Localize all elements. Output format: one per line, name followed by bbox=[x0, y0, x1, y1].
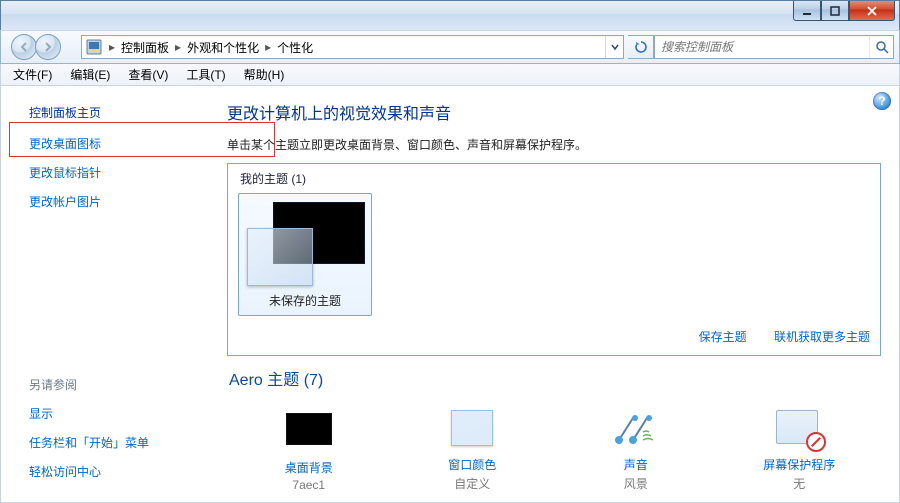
close-icon bbox=[866, 6, 878, 16]
theme-thumbnail bbox=[247, 202, 365, 286]
sidebar-link-desktop-icons[interactable]: 更改桌面图标 bbox=[29, 135, 199, 152]
control-panel-icon bbox=[85, 38, 103, 56]
address-dropdown[interactable] bbox=[605, 36, 623, 58]
screensaver-button[interactable]: 屏幕保护程序 无 bbox=[739, 410, 859, 492]
sounds-icon bbox=[613, 410, 659, 450]
address-bar[interactable]: ▸ 控制面板 ▸ 外观和个性化 ▸ 个性化 bbox=[81, 35, 624, 59]
minimize-button[interactable] bbox=[793, 1, 821, 21]
breadcrumb-level-2[interactable]: 个性化 bbox=[273, 39, 317, 56]
chevron-down-icon bbox=[611, 43, 619, 51]
sidebar-link-mouse-pointers[interactable]: 更改鼠标指针 bbox=[29, 164, 199, 181]
content-body: 控制面板主页 更改桌面图标 更改鼠标指针 更改帐户图片 另请参阅 显示 任务栏和… bbox=[0, 86, 900, 503]
help-icon: ? bbox=[878, 94, 885, 108]
sounds-value: 风景 bbox=[576, 475, 696, 492]
breadcrumb-separator: ▸ bbox=[263, 40, 273, 54]
content-pane: ? 更改计算机上的视觉效果和声音 单击某个主题立即更改桌面背景、窗口颜色、声音和… bbox=[209, 86, 899, 502]
desktop-background-label: 桌面背景 bbox=[249, 459, 369, 476]
menu-tools[interactable]: 工具(T) bbox=[178, 64, 233, 85]
page-title: 更改计算机上的视觉效果和声音 bbox=[227, 100, 881, 124]
see-also-header: 另请参阅 bbox=[29, 376, 199, 393]
window-color-label: 窗口颜色 bbox=[412, 456, 532, 473]
breadcrumb-root[interactable]: 控制面板 bbox=[117, 39, 173, 56]
nav-arrow-group bbox=[1, 30, 71, 64]
window-controls bbox=[793, 1, 895, 21]
breadcrumb-separator: ▸ bbox=[107, 40, 117, 54]
arrow-right-icon bbox=[42, 41, 54, 53]
menu-file[interactable]: 文件(F) bbox=[5, 64, 60, 85]
refresh-button[interactable] bbox=[628, 35, 654, 59]
screensaver-value: 无 bbox=[739, 475, 859, 492]
breadcrumb-separator: ▸ bbox=[173, 40, 183, 54]
search-icon bbox=[875, 40, 889, 54]
screensaver-icon bbox=[776, 410, 822, 450]
window-color-icon bbox=[449, 410, 495, 450]
search-box bbox=[654, 35, 894, 59]
sidebar-link-ease[interactable]: 轻松访问中心 bbox=[29, 463, 199, 480]
screensaver-label: 屏幕保护程序 bbox=[739, 456, 859, 473]
menu-edit[interactable]: 编辑(E) bbox=[62, 64, 118, 85]
page-subtitle: 单击某个主题立即更改桌面背景、窗口颜色、声音和屏幕保护程序。 bbox=[227, 136, 881, 153]
minimize-icon bbox=[802, 6, 812, 16]
save-theme-link[interactable]: 保存主题 bbox=[699, 330, 747, 344]
desktop-background-button[interactable]: 桌面背景 7aec1 bbox=[249, 409, 369, 492]
disabled-badge-icon bbox=[806, 432, 826, 452]
arrow-left-icon bbox=[18, 41, 30, 53]
aero-themes-header: Aero 主题 (7) bbox=[229, 366, 881, 390]
navigation-bar: ▸ 控制面板 ▸ 外观和个性化 ▸ 个性化 bbox=[0, 30, 900, 64]
menu-help[interactable]: 帮助(H) bbox=[236, 64, 293, 85]
theme-unsaved[interactable]: 未保存的主题 bbox=[238, 193, 372, 316]
forward-button[interactable] bbox=[35, 34, 61, 60]
get-more-themes-link[interactable]: 联机获取更多主题 bbox=[774, 330, 870, 344]
my-themes-header: 我的主题 (1) bbox=[240, 170, 870, 187]
maximize-icon bbox=[830, 6, 840, 16]
control-panel-home-link[interactable]: 控制面板主页 bbox=[29, 104, 199, 121]
back-button[interactable] bbox=[11, 34, 37, 60]
search-input[interactable] bbox=[655, 40, 869, 54]
sidebar-link-display[interactable]: 显示 bbox=[29, 405, 199, 422]
my-themes-box: 我的主题 (1) 未保存的主题 保存主题 联机获取更多主题 bbox=[227, 163, 881, 356]
theme-thumb-window bbox=[247, 228, 313, 286]
theme-caption: 未保存的主题 bbox=[247, 292, 363, 309]
window-color-value: 自定义 bbox=[412, 475, 532, 492]
menu-view[interactable]: 查看(V) bbox=[120, 64, 176, 85]
themes-actions: 保存主题 联机获取更多主题 bbox=[238, 328, 870, 345]
sounds-label: 声音 bbox=[576, 456, 696, 473]
breadcrumb-level-1[interactable]: 外观和个性化 bbox=[183, 39, 263, 56]
help-button[interactable]: ? bbox=[873, 92, 891, 110]
sidebar: 控制面板主页 更改桌面图标 更改鼠标指针 更改帐户图片 另请参阅 显示 任务栏和… bbox=[1, 86, 209, 502]
sidebar-link-taskbar[interactable]: 任务栏和「开始」菜单 bbox=[29, 434, 199, 451]
close-button[interactable] bbox=[849, 1, 895, 21]
refresh-icon bbox=[634, 40, 648, 54]
maximize-button[interactable] bbox=[821, 1, 849, 21]
window-color-button[interactable]: 窗口颜色 自定义 bbox=[412, 408, 532, 492]
search-button[interactable] bbox=[869, 36, 893, 58]
window-titlebar bbox=[0, 0, 900, 30]
desktop-background-value: 7aec1 bbox=[249, 478, 369, 492]
menu-bar: 文件(F) 编辑(E) 查看(V) 工具(T) 帮助(H) bbox=[0, 64, 900, 86]
sounds-button[interactable]: 声音 风景 bbox=[576, 410, 696, 492]
personalization-footer: 桌面背景 7aec1 窗口颜色 自定义 bbox=[227, 408, 881, 492]
desktop-background-icon bbox=[286, 413, 332, 453]
sidebar-link-account-picture[interactable]: 更改帐户图片 bbox=[29, 193, 199, 210]
